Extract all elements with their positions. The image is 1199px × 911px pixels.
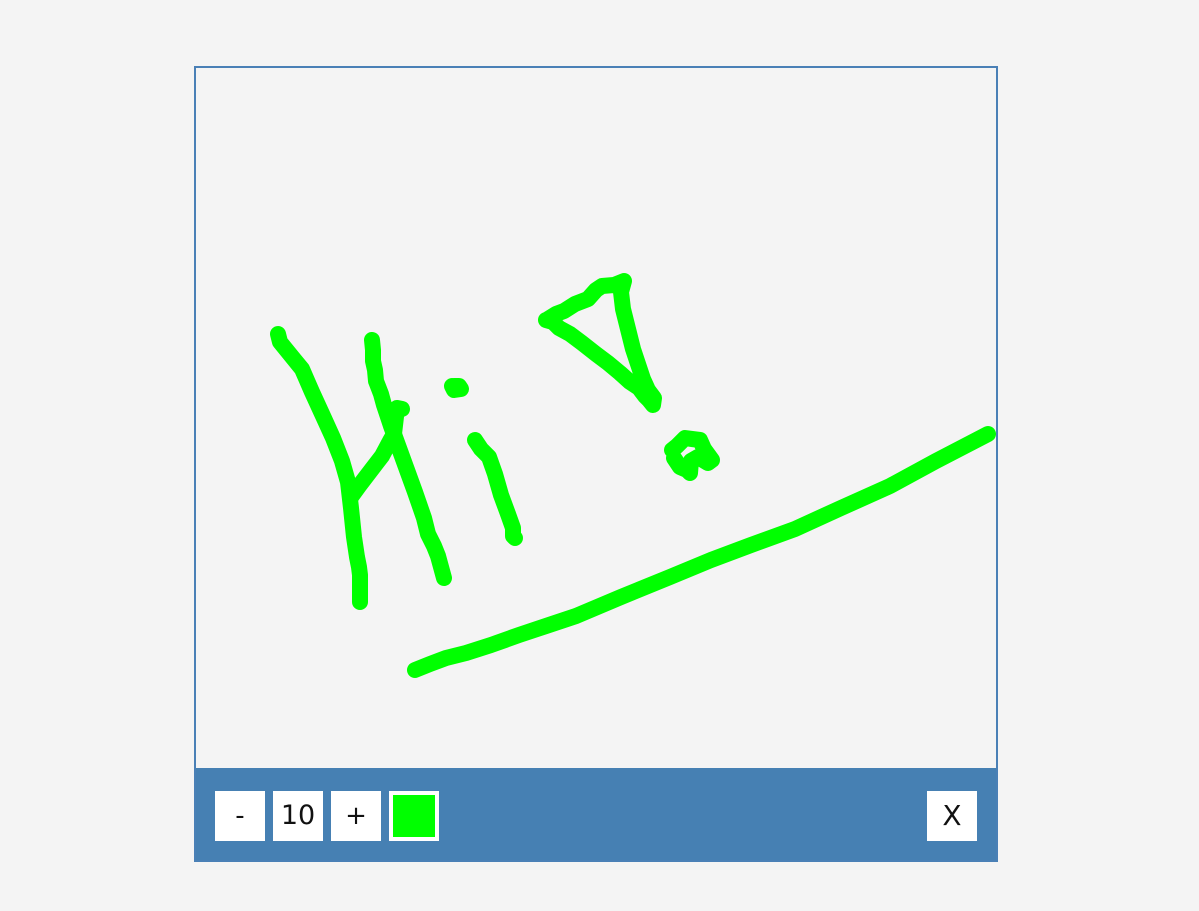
drawing-canvas[interactable] <box>196 68 996 768</box>
stroke-exclaim-dot <box>664 430 720 481</box>
color-picker-button[interactable] <box>389 791 439 841</box>
toolbar: - 10 + X <box>196 768 996 860</box>
brush-size-value: 10 <box>273 791 323 841</box>
stroke-i-stem <box>467 432 523 546</box>
stroke-exclaim-top <box>538 273 662 413</box>
stroke-h-left <box>270 326 368 610</box>
selected-color-swatch <box>393 795 435 837</box>
stroke-i-dot <box>444 378 469 398</box>
close-button[interactable]: X <box>927 791 977 841</box>
canvas-drawing-layer <box>270 273 996 678</box>
decrease-size-button[interactable]: - <box>215 791 265 841</box>
increase-size-button[interactable]: + <box>331 791 381 841</box>
drawing-app: - 10 + X <box>194 66 998 862</box>
